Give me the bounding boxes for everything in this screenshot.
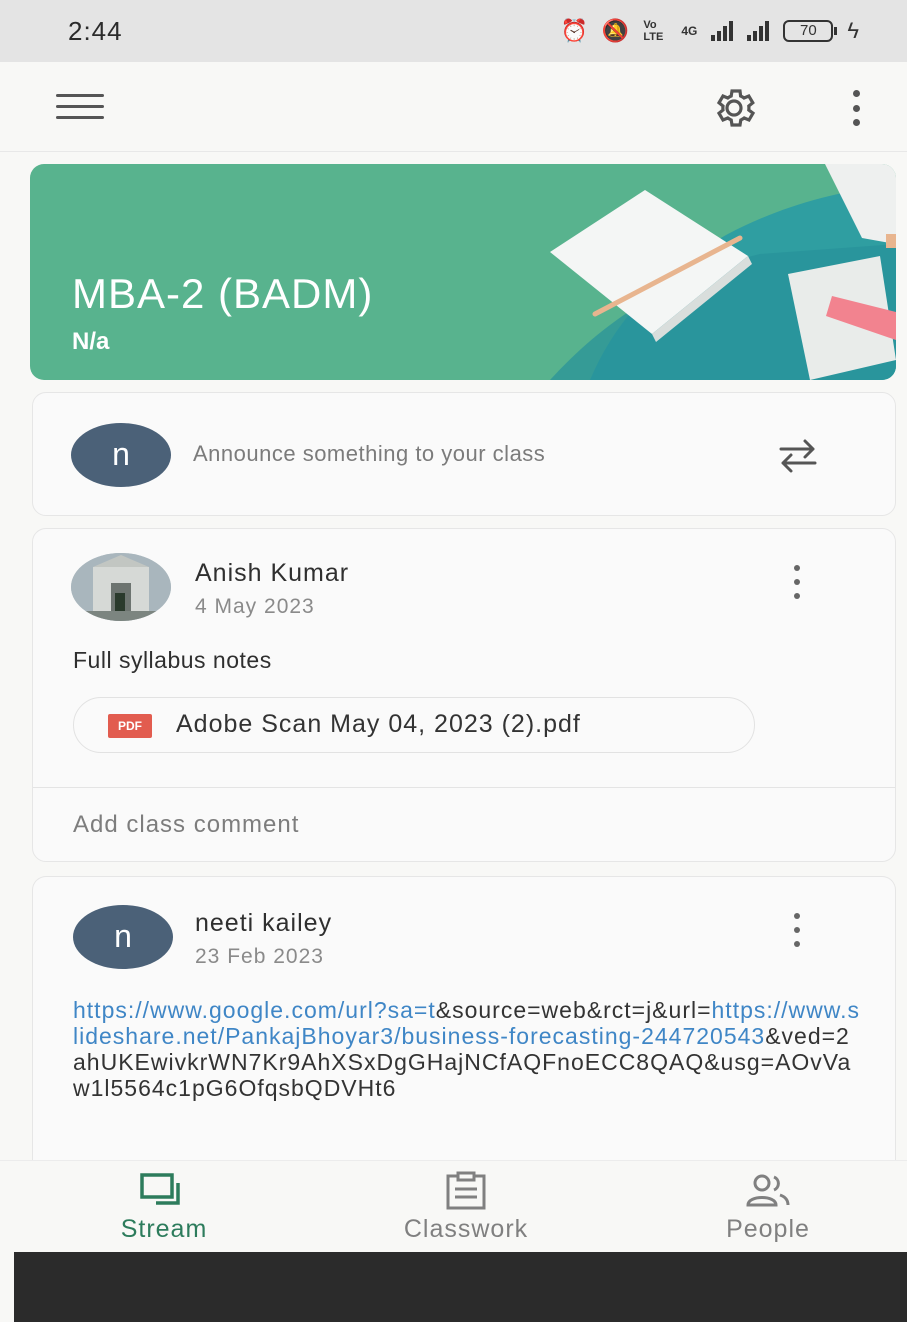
post-body: Full syllabus notes [73, 647, 272, 673]
repost-icon[interactable] [775, 437, 821, 475]
status-icons: ⏰ 🔕 Vo LTE 4G 70 ϟ [561, 18, 859, 44]
pdf-icon: PDF [108, 714, 152, 738]
author-avatar: n [73, 905, 173, 969]
author-photo-avatar [71, 553, 171, 621]
clipboard-icon [446, 1171, 486, 1210]
stream-icon [140, 1173, 180, 1205]
attachment-chip[interactable]: PDF Adobe Scan May 04, 2023 (2).pdf [73, 697, 755, 753]
status-time: 2:44 [68, 16, 123, 46]
more-options-icon[interactable] [846, 90, 866, 126]
attachment-name: Adobe Scan May 04, 2023 (2).pdf [176, 710, 581, 738]
post-link-body: https://www.google.com/url?sa=t&source=w… [73, 997, 863, 1101]
post-link-part[interactable]: https://www.google.com/url?sa=t [73, 997, 436, 1023]
post-more-icon[interactable] [785, 913, 809, 947]
announce-input[interactable]: Announce something to your class [193, 441, 545, 467]
gear-icon[interactable] [708, 84, 760, 132]
post-date: 23 Feb 2023 [195, 945, 324, 968]
hamburger-icon[interactable] [56, 94, 104, 120]
nav-people[interactable]: People [668, 1171, 868, 1244]
bottom-navigation: Stream Classwork People [0, 1160, 907, 1252]
alarm-icon: ⏰ [560, 18, 588, 43]
network-type-icon: 4G [681, 24, 698, 38]
add-comment-field[interactable]: Add class comment [73, 811, 299, 839]
signal-strength-icon [711, 21, 734, 41]
nav-classwork-label: Classwork [403, 1215, 529, 1243]
class-section: N/a [72, 328, 110, 355]
nav-people-label: People [726, 1215, 810, 1243]
nav-stream[interactable]: Stream [64, 1171, 264, 1244]
nav-classwork[interactable]: Classwork [366, 1171, 566, 1244]
status-bar: 2:44 ⏰ 🔕 Vo LTE 4G 70 ϟ [0, 0, 907, 62]
post-date: 4 May 2023 [195, 595, 315, 618]
banner-notebook-illustration [550, 164, 896, 380]
post-card: Anish Kumar 4 May 2023 Full syllabus not… [32, 528, 896, 862]
post-more-icon[interactable] [785, 565, 809, 599]
google-classroom-stream-page: 2:44 ⏰ 🔕 Vo LTE 4G 70 ϟ MBA-2 (BADM) N/a… [0, 0, 907, 1322]
class-title: MBA-2 (BADM) [72, 270, 374, 317]
announce-card[interactable]: n Announce something to your class [32, 392, 896, 516]
volte-icon: Vo LTE [643, 19, 664, 43]
charging-icon: ϟ [847, 18, 859, 43]
post-text-part: &source=web&rct=j&url= [435, 997, 712, 1023]
user-avatar: n [71, 423, 171, 487]
class-banner[interactable]: MBA-2 (BADM) N/a [30, 164, 896, 380]
mute-icon: 🔕 [601, 18, 630, 43]
post-card: n neeti kailey 23 Feb 2023 https://www.g… [32, 876, 896, 1176]
battery-icon: 70 [783, 20, 838, 42]
divider [33, 787, 895, 788]
people-icon [746, 1174, 790, 1207]
signal-strength-icon-2 [747, 21, 770, 41]
post-author: neeti kailey [195, 909, 333, 937]
system-navigation-bar [14, 1252, 907, 1322]
nav-stream-label: Stream [120, 1215, 208, 1243]
post-author: Anish Kumar [195, 559, 350, 587]
app-bar [0, 62, 907, 152]
